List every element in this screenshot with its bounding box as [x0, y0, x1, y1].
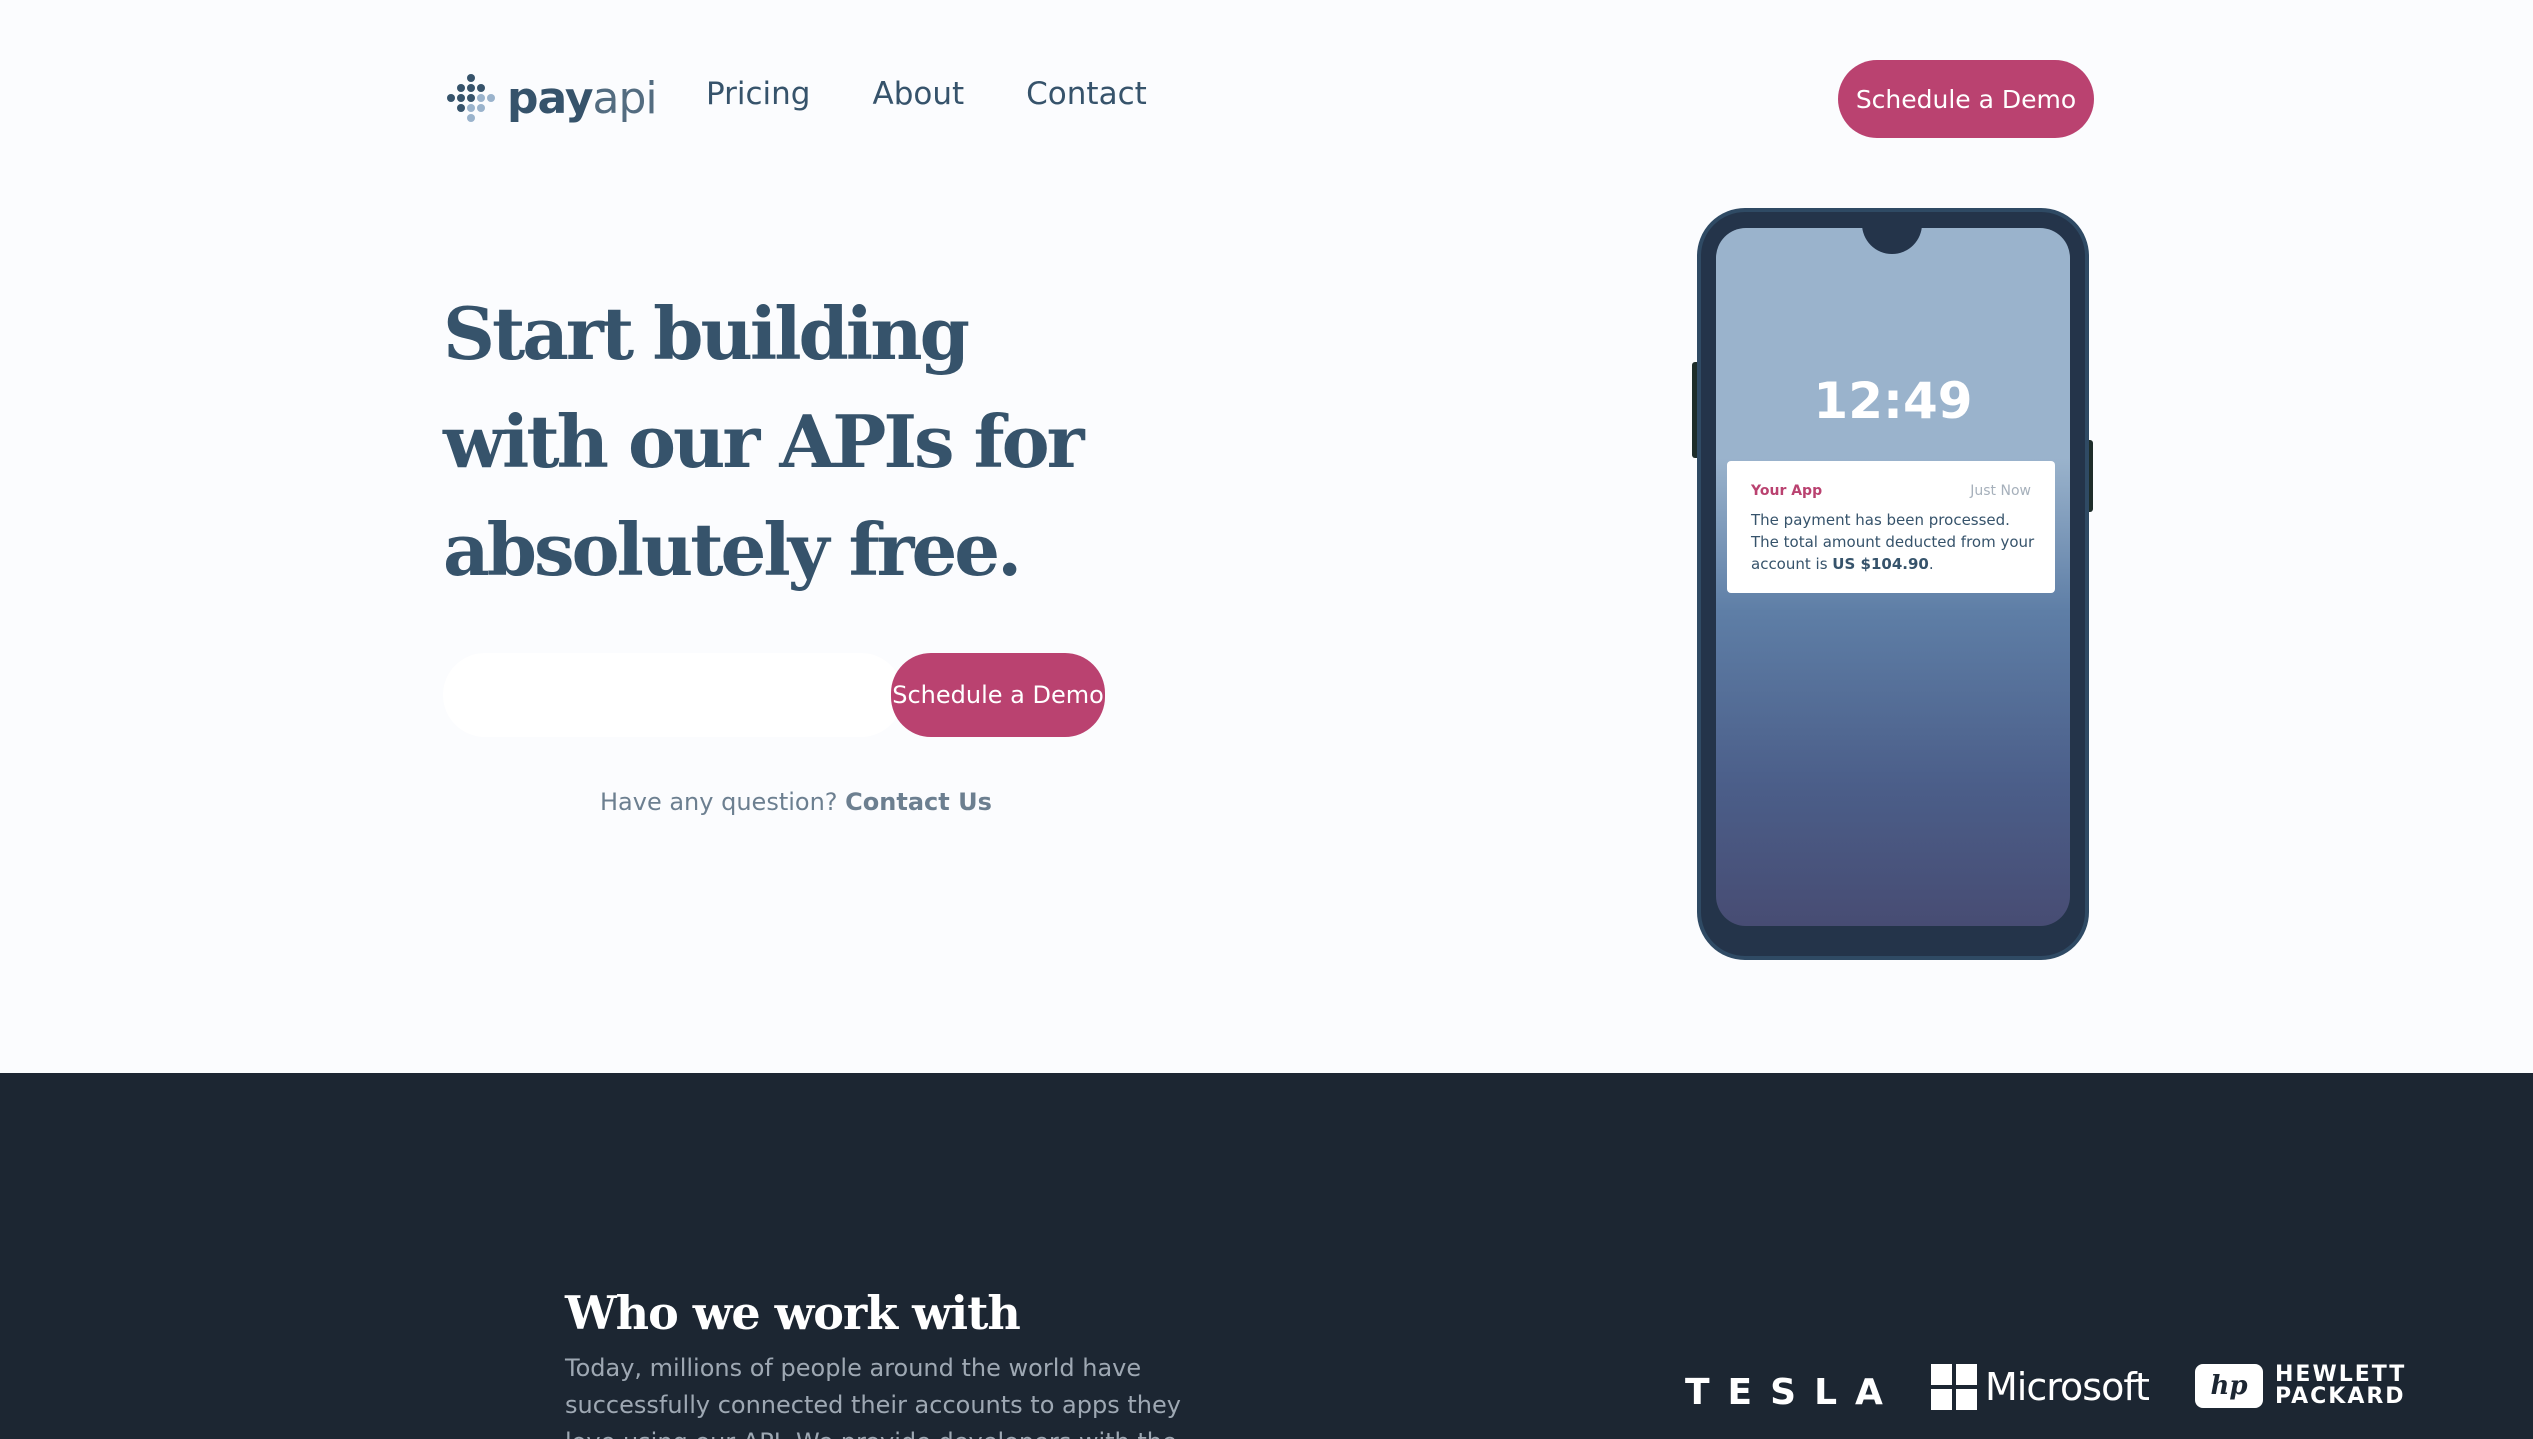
site-header: payapi Pricing About Contact Schedule a … [0, 0, 2533, 200]
hero-title-line-2: with our APIs for [443, 399, 1085, 484]
main-nav: Pricing About Contact [706, 76, 1147, 112]
notification-time: Just Now [1970, 483, 2031, 499]
hero-title: Start building with our APIs for absolut… [443, 280, 1163, 604]
nav-contact[interactable]: Contact [1026, 76, 1147, 112]
notification-body: The payment has been processed. The tota… [1751, 509, 2041, 575]
logo[interactable]: payapi [445, 70, 658, 126]
payapi-logo-icon [447, 74, 495, 122]
hewlett-packard-logo: hp HEWLETT PACKARD [2195, 1364, 2406, 1408]
hp-icon: hp [2195, 1364, 2263, 1408]
partners-title: Who we work with [565, 1286, 1021, 1340]
payment-notification: Your App Just Now The payment has been p… [1727, 461, 2055, 593]
partners-description: Today, millions of people around the wor… [565, 1354, 1181, 1439]
contact-prompt-text: Have any question? [600, 788, 838, 816]
microsoft-wordmark: Microsoft [1985, 1365, 2150, 1409]
notification-amount: US $104.90 [1832, 555, 1929, 573]
contact-us-link[interactable]: Contact Us [845, 788, 992, 816]
notification-period: . [1928, 555, 1934, 573]
partners-section [0, 1073, 2533, 1439]
logo-wordmark: payapi [507, 72, 658, 124]
notification-app-name: Your App [1751, 483, 1823, 499]
hero-title-line-3: absolutely free. [443, 507, 1022, 592]
nav-about[interactable]: About [873, 76, 965, 112]
hp-wordmark-line-2: PACKARD [2275, 1384, 2406, 1409]
header-schedule-demo-button[interactable]: Schedule a Demo [1838, 60, 2094, 138]
hp-wordmark: HEWLETT PACKARD [2275, 1364, 2406, 1408]
phone-clock: 12:49 [1813, 372, 1973, 430]
nav-pricing[interactable]: Pricing [706, 76, 811, 112]
notification-line-3: account is [1751, 555, 1828, 573]
microsoft-windows-icon [1931, 1364, 1977, 1410]
email-input[interactable] [443, 653, 903, 737]
notification-line-1: The payment has been processed. [1751, 511, 2010, 529]
hero-title-line-1: Start building [443, 291, 970, 376]
notification-line-2: The total amount deducted from your [1751, 533, 2035, 551]
hero-schedule-demo-button[interactable]: Schedule a Demo [891, 653, 1105, 737]
microsoft-logo: Microsoft [1931, 1364, 2150, 1410]
tesla-logo: TESLA [1685, 1372, 1901, 1413]
demo-form: Schedule a Demo [443, 653, 1105, 737]
contact-prompt: Have any question? Contact Us [600, 788, 992, 816]
